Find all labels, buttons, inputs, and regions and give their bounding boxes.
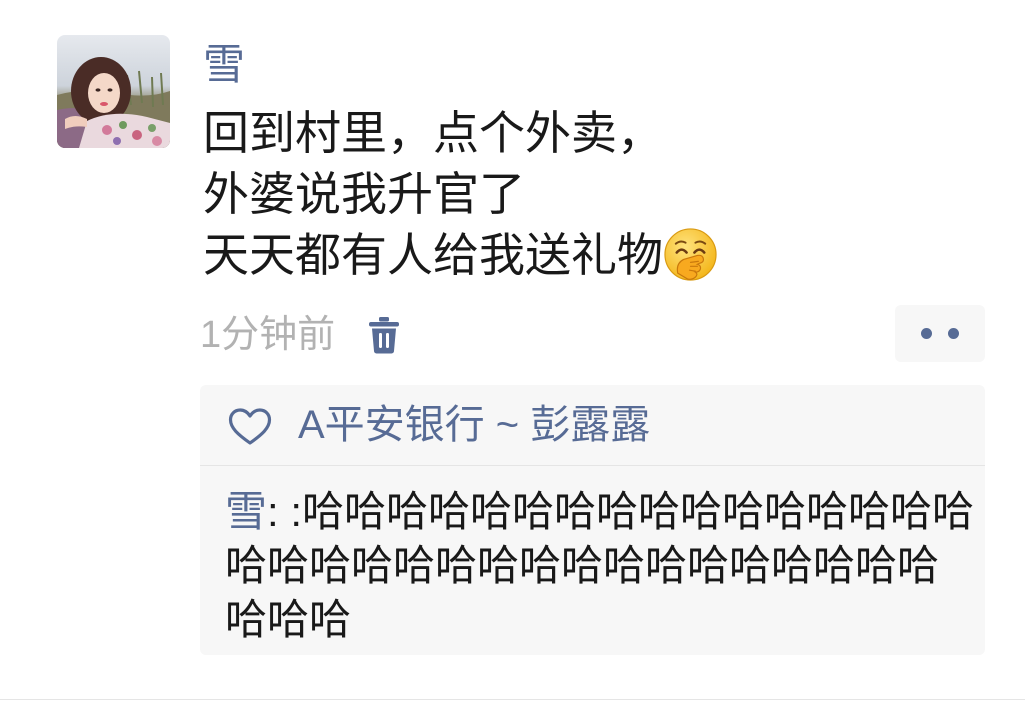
heart-outline-icon — [228, 408, 272, 446]
divider — [200, 465, 985, 466]
trash-icon[interactable] — [367, 316, 401, 354]
face-with-hand-over-mouth-icon — [663, 227, 718, 282]
more-actions-button[interactable] — [895, 305, 985, 362]
comment-separator: : — [267, 488, 291, 535]
divider — [0, 699, 1025, 700]
more-dots-icon — [921, 328, 932, 339]
post-line-with-emoji: 天天都有人给我送礼物 — [203, 225, 903, 286]
comment-text: :哈哈哈哈哈哈哈哈哈哈哈哈哈哈哈哈哈哈哈哈哈哈哈哈哈哈哈哈哈哈哈哈哈哈哈哈 — [225, 488, 975, 643]
post-line-text: 天天都有人给我送礼物 — [203, 229, 663, 281]
more-dots-icon — [948, 328, 959, 339]
post-author-name[interactable]: 雪 — [203, 38, 245, 92]
likes-comments-panel: A平安银行 ~ 彭露露 雪: :哈哈哈哈哈哈哈哈哈哈哈哈哈哈哈哈哈哈哈哈哈哈哈哈… — [200, 385, 985, 655]
likes-row: A平安银行 ~ 彭露露 — [200, 385, 985, 465]
likes-names[interactable]: A平安银行 ~ 彭露露 — [298, 385, 650, 465]
post-line: 回到村里，点个外卖， — [203, 107, 663, 159]
comment-row[interactable]: 雪: :哈哈哈哈哈哈哈哈哈哈哈哈哈哈哈哈哈哈哈哈哈哈哈哈哈哈哈哈哈哈哈哈哈哈哈哈 — [225, 485, 977, 647]
post-content: 回到村里，点个外卖， 外婆说我升官了 天天都有人给我送礼物 — [203, 103, 903, 286]
comment-author[interactable]: 雪 — [225, 488, 267, 535]
post-line: 外婆说我升官了 — [203, 168, 525, 220]
avatar[interactable] — [57, 35, 170, 148]
post-timestamp: 1分钟前 — [200, 314, 336, 356]
